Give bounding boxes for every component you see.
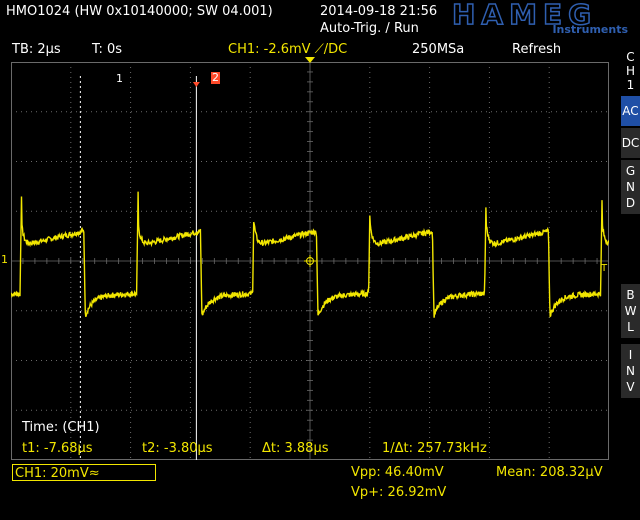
cursor-dt: Δt: 3.88µs [262,441,329,456]
channel-trigger-info[interactable]: CH1: -2.6mV ⟋/DC [228,42,347,57]
trigger-position-marker [305,57,315,63]
oscilloscope-screen[interactable] [11,62,609,460]
screen-markers [304,255,316,267]
timebase[interactable]: TB: 2µs [12,42,61,57]
bwl-l: L [627,320,634,334]
trigger-level-marker: T [601,263,608,274]
coupling-gnd-button[interactable]: G N D [621,160,640,214]
datetime: 2014-09-18 21:56 [320,4,438,19]
channel-char-3: 1 [626,78,635,92]
measure-vpp: Vpp: 46.40mV [351,465,444,480]
dc-label: DC [621,136,640,150]
coupling-ac-button[interactable]: AC [621,96,640,126]
gnd-n: N [626,180,635,194]
measure-vpplus: Vp+: 26.92mV [351,485,447,500]
cursor2-label[interactable]: 2 [211,72,220,84]
gnd-d: D [625,196,636,210]
coupling-dc-button[interactable]: DC [621,128,640,158]
cursor-t1: t1: -7.68µs [22,441,93,456]
inv-v: V [626,380,635,394]
inv-n: N [626,364,635,378]
bwl-w: W [624,304,637,318]
trigger-time[interactable]: T: 0s [92,42,122,57]
ac-label: AC [622,104,639,118]
trigger-state: Auto-Trig. / Run [320,21,419,36]
ch1-scale-box[interactable]: CH1: 20mV≈ [12,464,156,481]
channel-char-2: H [625,64,636,78]
ch1-ground-marker: 1 [1,253,8,266]
sample-rate[interactable]: 250MSa [412,42,464,57]
cursor-lines[interactable] [79,76,200,460]
channel-char-1: C [626,50,635,64]
gnd-g: G [625,164,636,178]
bandwidth-limit-button[interactable]: B W L [621,284,640,338]
bwl-b: B [626,288,635,302]
cursor1-label[interactable]: 1 [116,72,123,85]
measure-mean: Mean: 208.32µV [496,465,603,480]
hameg-logo: HAMEG Instruments [451,0,632,36]
cursor-t2: t2: -3.80µs [142,441,213,456]
cursor2-handle-icon[interactable] [192,82,200,87]
acquisition-mode[interactable]: Refresh [512,42,561,57]
brand-sub: Instruments [552,23,628,36]
cursor-title: Time: (CH1) [22,420,100,435]
cursor-inv-dt: 1/Δt: 257.73kHz [382,441,487,456]
side-menu-channel-label: C H 1 [621,50,640,92]
inv-i: I [628,348,633,362]
device-id-line: HMO1024 (HW 0x10140000; SW 04.001) [6,4,273,19]
invert-button[interactable]: I N V [621,344,640,398]
